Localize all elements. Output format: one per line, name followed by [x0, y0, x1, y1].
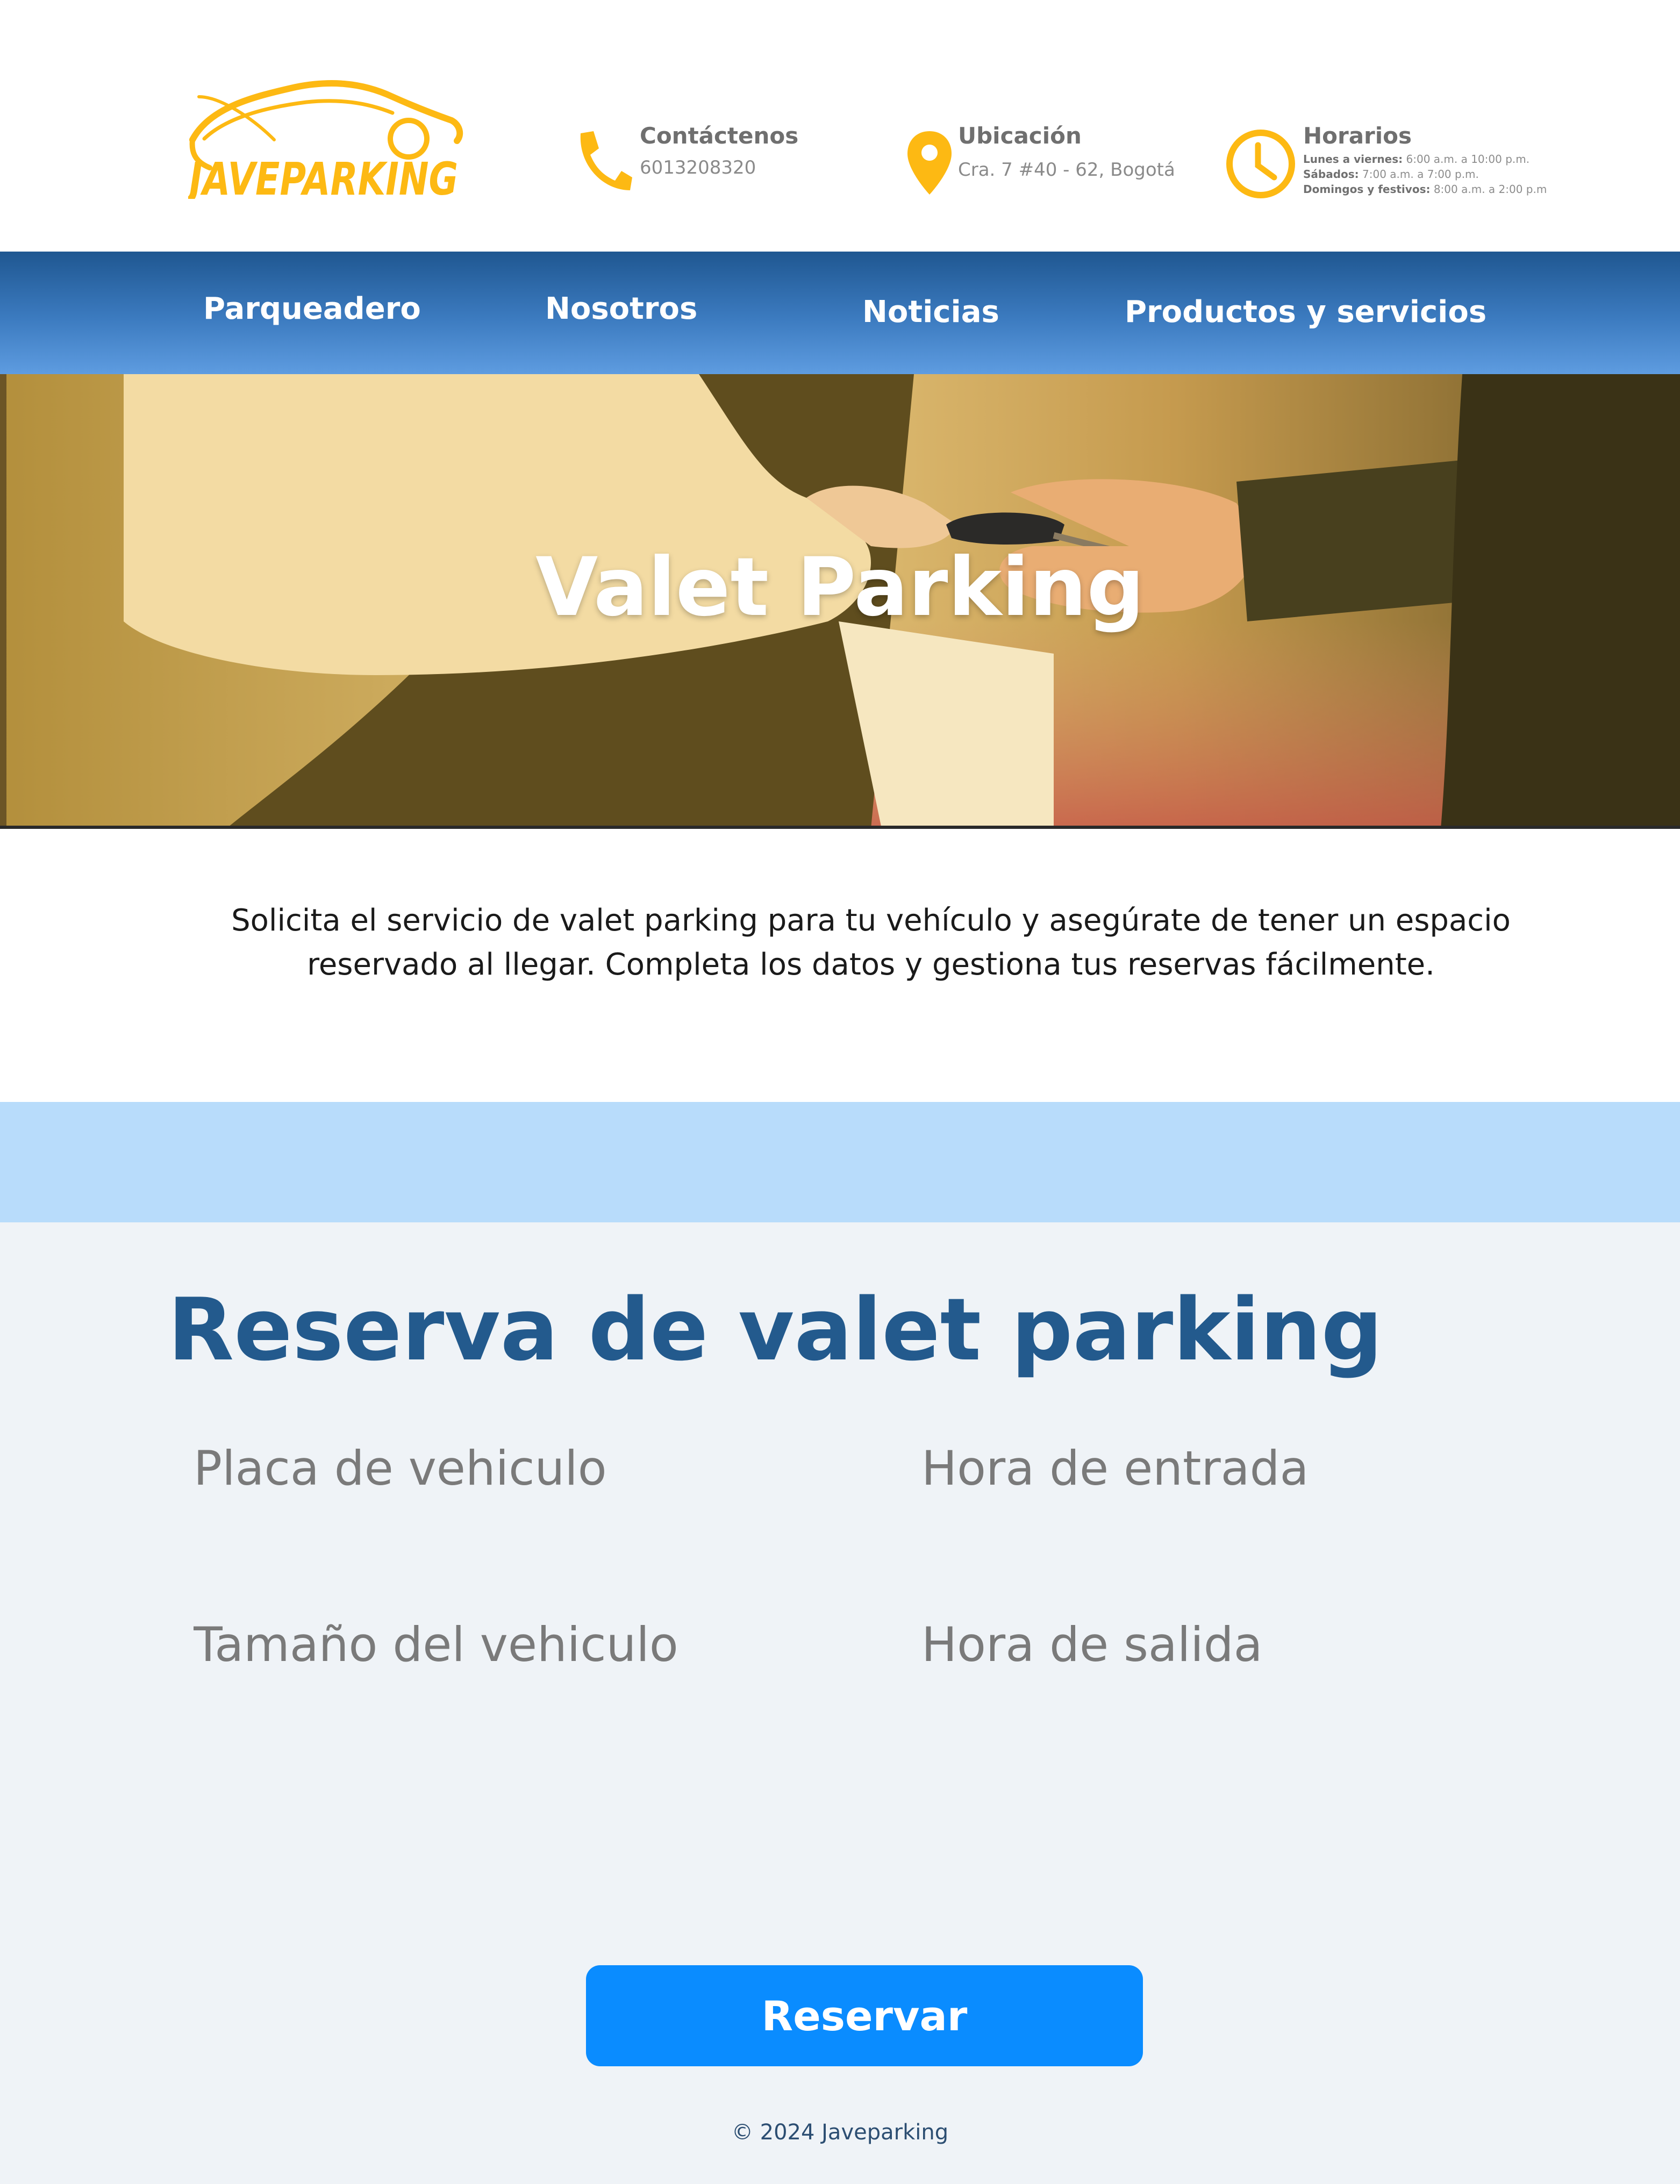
intro-text: Solicita el servicio de valet parking pa… — [161, 899, 1581, 987]
entry-time-input[interactable] — [920, 1435, 1568, 1501]
map-pin-icon — [907, 131, 952, 195]
javeparking-logo[interactable]: JAVEPARKING — [183, 75, 468, 205]
contact-title: Contáctenos — [640, 123, 799, 149]
hero-title: Valet Parking — [535, 541, 1145, 634]
location-title: Ubicación — [958, 123, 1082, 149]
logo-text: JAVEPARKING — [188, 153, 458, 199]
exit-time-input[interactable] — [920, 1612, 1568, 1677]
form-title: Reserva de valet parking — [168, 1279, 1383, 1380]
car-logo-icon: JAVEPARKING — [183, 80, 463, 205]
decorative-band — [0, 1102, 1680, 1222]
nav-item-nosotros[interactable]: Nosotros — [545, 291, 697, 326]
hero-banner: Valet Parking — [0, 374, 1680, 829]
contact-phone[interactable]: 6013208320 — [640, 157, 756, 178]
intro-line-1: Solicita el servicio de valet parking pa… — [231, 903, 1511, 938]
nav-item-parqueadero[interactable]: Parqueadero — [203, 291, 421, 326]
intro-line-2: reservado al llegar. Completa los datos … — [307, 947, 1435, 982]
plate-input[interactable] — [192, 1435, 840, 1501]
hours-weekdays: Lunes a viernes: 6:00 a.m. a 10:00 p.m. — [1303, 153, 1530, 166]
vehicle-size-input[interactable] — [192, 1612, 840, 1677]
nav-item-productos-servicios[interactable]: Productos y servicios — [1125, 295, 1486, 330]
nav-item-noticias[interactable]: Noticias — [862, 295, 999, 330]
clock-icon — [1226, 130, 1295, 198]
location-address[interactable]: Cra. 7 #40 - 62, Bogotá — [958, 159, 1175, 181]
hours-sunday: Domingos y festivos: 8:00 a.m. a 2:00 p.… — [1303, 183, 1547, 196]
hours-title: Horarios — [1303, 123, 1412, 149]
footer-copyright: © 2024 Javeparking — [731, 2120, 949, 2145]
main-nav: Parqueadero Nosotros Noticias Productos … — [0, 252, 1680, 374]
hours-saturday: Sábados: 7:00 a.m. a 7:00 p.m. — [1303, 168, 1479, 181]
reserve-button[interactable]: Reservar — [586, 1965, 1143, 2066]
phone-icon — [580, 131, 632, 190]
site-header: JAVEPARKING Contáctenos 6013208320 Ubica… — [0, 0, 1680, 252]
